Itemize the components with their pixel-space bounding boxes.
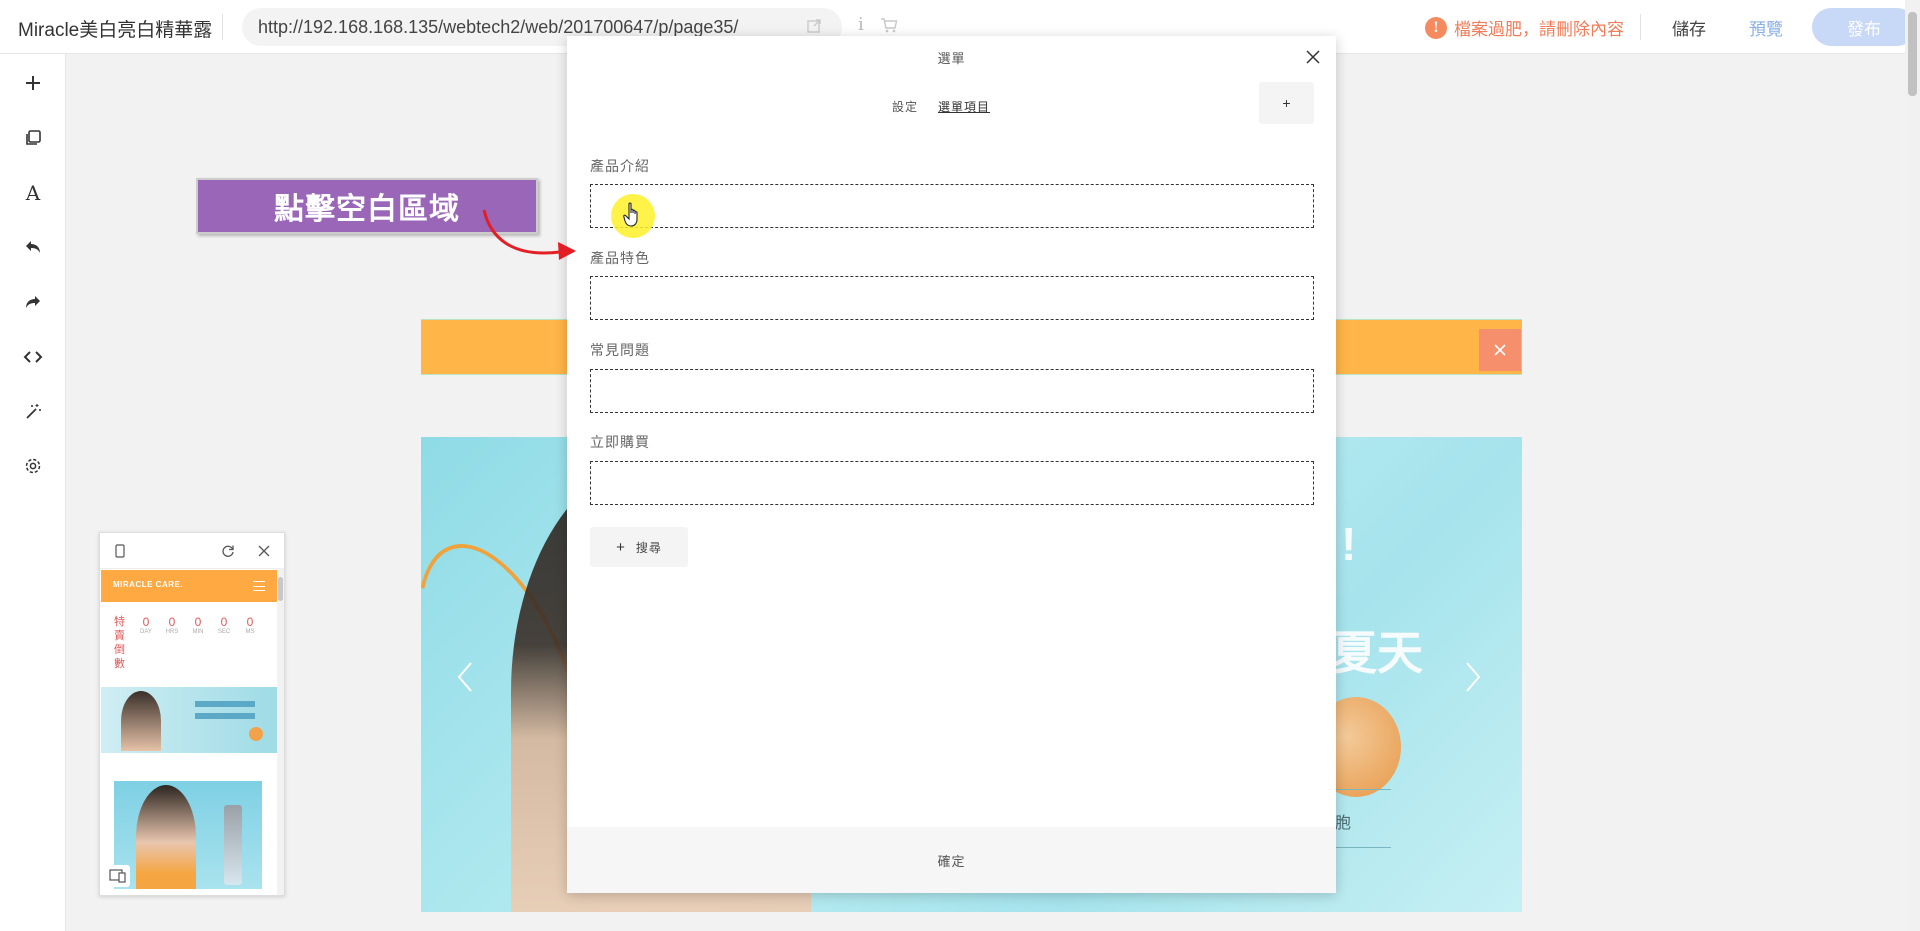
remove-section-button[interactable] xyxy=(1479,329,1521,371)
save-button[interactable]: 儲存 xyxy=(1672,15,1706,40)
dialog-title: 選單 xyxy=(937,51,966,66)
add-search-label: 搜尋 xyxy=(635,540,662,555)
mobile-preview: MIRACLE CARE. 特賣倒數 0 DAY 0 HRS 0 MIN 0 SEC 0… xyxy=(99,532,285,896)
mobile-preview-header xyxy=(100,533,284,569)
undo-button[interactable] xyxy=(20,234,46,260)
field-label: 常見問題 xyxy=(590,342,650,358)
mobile-brand: MIRACLE CARE. xyxy=(113,580,184,589)
chevron-right-icon[interactable] xyxy=(1461,657,1485,697)
info-icon[interactable]: i xyxy=(858,14,864,35)
tab-menu-items[interactable]: 選單項目 xyxy=(938,98,990,115)
hamburger-icon[interactable] xyxy=(253,581,265,591)
dialog-close-button[interactable] xyxy=(1302,46,1324,68)
magic-wand-icon xyxy=(26,404,41,419)
add-menu-item-button[interactable]: + xyxy=(1259,82,1314,124)
code-icon xyxy=(23,351,43,363)
font-button[interactable]: A xyxy=(20,180,46,206)
scrollbar-thumb[interactable] xyxy=(1908,12,1917,96)
publish-button[interactable]: 發布 xyxy=(1812,8,1916,46)
redo-icon xyxy=(26,296,40,308)
warning-text: 檔案過肥，請刪除內容 xyxy=(1454,20,1624,39)
menu-item-input[interactable] xyxy=(590,369,1314,413)
countdown-sec: 0 SEC xyxy=(217,615,231,635)
countdown: 特賣倒數 0 DAY 0 HRS 0 MIN 0 SEC 0 MS xyxy=(114,615,274,675)
mobile-product-image xyxy=(114,781,262,889)
menu-item-input[interactable] xyxy=(590,461,1314,505)
external-link-icon[interactable] xyxy=(806,18,822,34)
menu-item-input[interactable] xyxy=(590,276,1314,320)
left-toolbar: A xyxy=(0,54,66,931)
confirm-button[interactable]: 確定 xyxy=(567,827,1336,893)
device-switch-icon[interactable] xyxy=(106,865,130,887)
menu-item-input[interactable] xyxy=(590,184,1314,228)
hand-cursor-icon xyxy=(623,202,638,227)
countdown-label: 特賣倒數 xyxy=(114,616,125,670)
cart-icon[interactable] xyxy=(880,16,898,34)
banner-text: 夏天 xyxy=(1331,627,1423,679)
close-icon xyxy=(1306,50,1320,64)
add-icon xyxy=(26,76,40,90)
refresh-icon[interactable] xyxy=(220,543,236,559)
field-label: 立即購買 xyxy=(590,434,650,450)
warning-icon: ! xyxy=(1425,16,1447,39)
add-element-button[interactable] xyxy=(20,70,46,96)
pages-button[interactable] xyxy=(20,125,46,151)
font-icon: A xyxy=(25,181,41,205)
banner-small-text: 胞 xyxy=(1335,815,1352,832)
divider xyxy=(1640,14,1641,40)
code-button[interactable] xyxy=(20,344,46,370)
countdown-day: 0 DAY xyxy=(140,615,152,635)
countdown-hrs: 0 HRS xyxy=(165,615,179,635)
site-name: Miracle美白亮白精華露 xyxy=(18,20,213,41)
magic-button[interactable] xyxy=(20,399,46,425)
mobile-banner xyxy=(101,687,277,753)
preview-button[interactable]: 預覽 xyxy=(1749,15,1783,40)
chevron-left-icon[interactable] xyxy=(453,657,477,697)
file-size-warning: ! 檔案過肥，請刪除內容 xyxy=(1425,15,1624,40)
copy-icon xyxy=(26,130,41,145)
plus-icon: + xyxy=(616,538,626,556)
tab-settings[interactable]: 設定 xyxy=(892,98,918,115)
banner-text: ! xyxy=(1341,518,1357,570)
close-icon[interactable] xyxy=(256,543,272,559)
countdown-ms: 0 MS xyxy=(245,615,255,635)
settings-button[interactable] xyxy=(20,453,46,479)
dialog-tabs: 設定 選單項目 xyxy=(892,98,990,115)
add-search-button[interactable]: + 搜尋 xyxy=(590,527,688,567)
settings-icon xyxy=(25,458,41,474)
menu-dialog: 選單 設定 選單項目 + 產品介紹 產品特色 常見問題 立即購買 + 搜尋 確定 xyxy=(567,36,1336,893)
page-scrollbar[interactable] xyxy=(1905,0,1920,931)
field-label: 產品介紹 xyxy=(590,158,650,174)
mobile-nav: MIRACLE CARE. xyxy=(101,570,277,602)
mobile-scrollbar[interactable] xyxy=(277,569,284,895)
undo-icon xyxy=(26,241,40,253)
divider xyxy=(222,14,223,40)
field-label: 產品特色 xyxy=(590,250,650,266)
annotation-arrow xyxy=(482,209,576,260)
url-text: http://192.168.168.135/webtech2/web/2017… xyxy=(258,17,739,37)
redo-button[interactable] xyxy=(20,289,46,315)
phone-icon[interactable] xyxy=(112,543,128,559)
close-icon xyxy=(1494,344,1506,356)
countdown-min: 0 MIN xyxy=(192,615,204,635)
